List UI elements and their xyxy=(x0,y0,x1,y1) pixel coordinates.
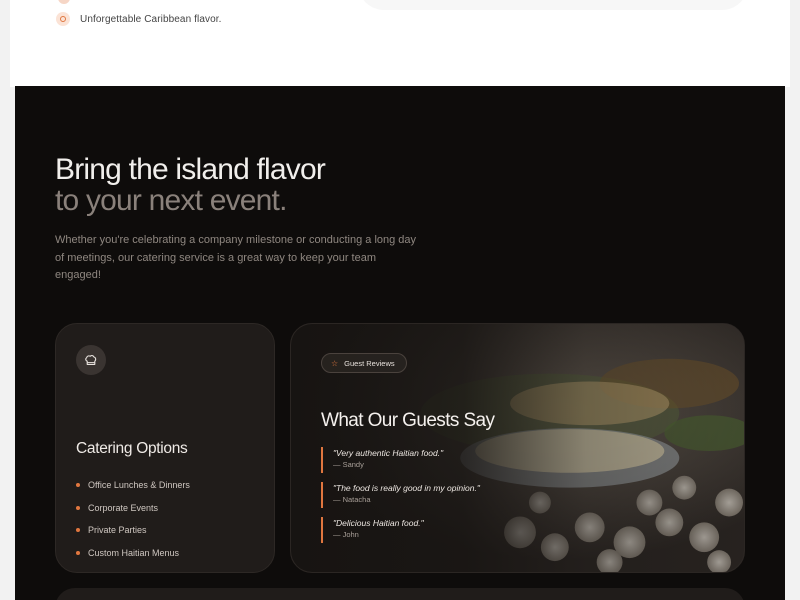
chef-hat-icon xyxy=(76,345,106,375)
option-label: Private Parties xyxy=(88,525,147,536)
review-author: — John xyxy=(333,530,359,539)
review-item: "Delicious Haitian food." — John xyxy=(321,517,561,543)
section-headline: Bring the island flavor to your next eve… xyxy=(55,153,326,217)
headline-line-2: to your next event. xyxy=(55,184,287,217)
review-item: "Very authentic Haitian food." — Sandy xyxy=(321,447,561,473)
option-label: Corporate Events xyxy=(88,502,159,513)
option-label: Custom Haitian Menus xyxy=(88,547,180,558)
catering-section: Bring the island flavor to your next eve… xyxy=(15,86,785,600)
review-author: — Sandy xyxy=(333,460,364,469)
list-item: Private Parties xyxy=(76,519,190,542)
list-item: Office Lunches & Dinners xyxy=(76,474,190,497)
review-quote: "The food is really good in my opinion." xyxy=(333,483,480,493)
flavor-icon xyxy=(56,12,70,26)
guest-reviews-card: ☆ Guest Reviews What Our Guests Say "Ver… xyxy=(290,323,745,573)
review-quote: "Very authentic Haitian food." xyxy=(333,448,444,458)
guest-reviews-badge: ☆ Guest Reviews xyxy=(321,353,407,373)
bullet-dot xyxy=(76,550,80,555)
reviews-title: What Our Guests Say xyxy=(321,410,495,431)
catering-title: Catering Options xyxy=(76,440,188,457)
next-card xyxy=(55,588,745,600)
list-item: Corporate Events xyxy=(76,497,190,520)
review-item: "The food is really good in my opinion."… xyxy=(321,482,561,508)
features-section: Unforgettable Caribbean flavor. xyxy=(10,0,790,87)
feature-icon-partial xyxy=(58,0,70,4)
review-author: — Natacha xyxy=(333,495,371,504)
star-icon: ☆ xyxy=(331,358,339,368)
option-label: Office Lunches & Dinners xyxy=(88,480,190,491)
section-description: Whether you're celebrating a company mil… xyxy=(55,234,417,281)
feature-text: Unforgettable Caribbean flavor. xyxy=(80,13,222,25)
bullet-dot xyxy=(76,528,80,533)
badge-label: Guest Reviews xyxy=(344,358,395,368)
headline-line-1: Bring the island flavor xyxy=(55,153,326,186)
catering-options-card: Catering Options Office Lunches & Dinner… xyxy=(55,323,275,573)
bullet-dot xyxy=(76,483,80,488)
review-quote: "Delicious Haitian food." xyxy=(333,518,424,528)
top-card xyxy=(358,0,748,10)
feature-item: Unforgettable Caribbean flavor. xyxy=(56,12,222,26)
catering-options-list: Office Lunches & Dinners Corporate Event… xyxy=(76,474,190,564)
bullet-dot xyxy=(76,505,80,510)
list-item: Custom Haitian Menus xyxy=(76,542,190,565)
